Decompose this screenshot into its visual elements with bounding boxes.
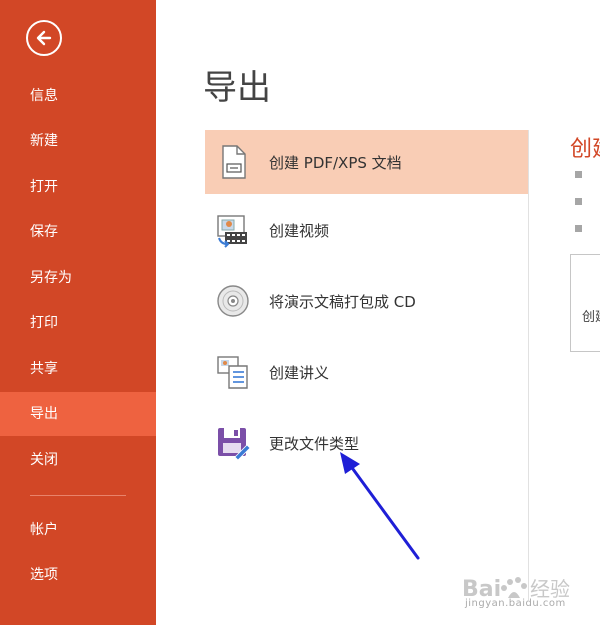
annotation-arrow — [340, 452, 420, 560]
watermark-url: jingyan.baidu.com — [465, 598, 566, 609]
